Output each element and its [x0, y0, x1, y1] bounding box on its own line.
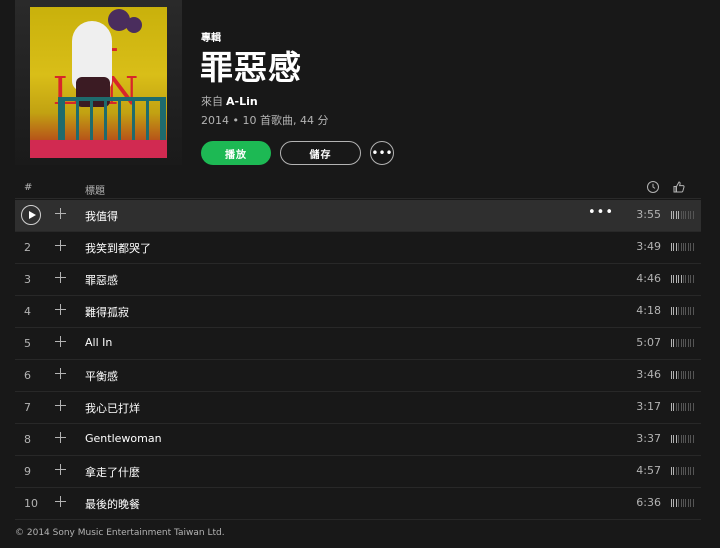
add-icon[interactable] [55, 400, 66, 411]
popularity-bar [671, 371, 694, 379]
track-title[interactable]: 罪惡感 [85, 272, 118, 288]
track-number: 4 [24, 305, 31, 318]
thumbs-up-icon[interactable] [672, 180, 686, 194]
track-duration: 3:17 [636, 400, 661, 413]
track-duration: 4:57 [636, 464, 661, 477]
album-cover[interactable]: A-LIN [15, 0, 182, 165]
artist-link[interactable]: A-Lin [226, 95, 258, 108]
album-header: A-LIN 專輯 罪惡感 來自A-Lin 2014 • 10 首歌曲, 44 分… [0, 0, 720, 175]
floor-shape [30, 140, 167, 158]
track-row[interactable]: 4 難得孤寂 4:18 [15, 296, 701, 328]
track-title[interactable]: 平衡感 [85, 368, 118, 384]
artist-line: 來自 A-Lin [201, 93, 258, 109]
column-title-header[interactable]: 標題 [85, 182, 105, 197]
track-number: 2 [24, 241, 31, 254]
track-duration: 3:46 [636, 368, 661, 381]
track-row[interactable]: 6 平衡感 3:46 [15, 360, 701, 392]
track-title[interactable]: 最後的晚餐 [85, 496, 140, 512]
track-row[interactable]: 8 Gentlewoman 3:37 [15, 424, 701, 456]
album-title: 罪惡感 [200, 48, 302, 87]
more-icon: ••• [371, 146, 393, 160]
track-duration: 6:36 [636, 496, 661, 509]
play-icon[interactable] [21, 205, 41, 225]
track-number: 7 [24, 401, 31, 414]
track-duration: 5:07 [636, 336, 661, 349]
add-icon[interactable] [55, 304, 66, 315]
popularity-bar [671, 467, 694, 475]
add-icon[interactable] [55, 368, 66, 379]
track-duration: 4:18 [636, 304, 661, 317]
add-icon[interactable] [55, 496, 66, 507]
track-number: 8 [24, 433, 31, 446]
popularity-bar [671, 211, 694, 219]
copyright-footer: © 2014 Sony Music Entertainment Taiwan L… [15, 528, 225, 538]
popularity-bar [671, 243, 694, 251]
popularity-bar [671, 307, 694, 315]
track-number: 5 [24, 337, 31, 350]
track-number: 3 [24, 273, 31, 286]
column-number-header: # [24, 182, 33, 193]
track-duration: 4:46 [636, 272, 661, 285]
balloon-shape [126, 17, 142, 33]
popularity-bar [671, 435, 694, 443]
add-icon[interactable] [55, 464, 66, 475]
track-title[interactable]: 拿走了什麼 [85, 464, 140, 480]
track-row[interactable]: 3 罪惡感 4:46 [15, 264, 701, 296]
track-duration: 3:55 [636, 208, 661, 221]
track-title[interactable]: 我笑到都哭了 [85, 240, 151, 256]
track-duration: 3:49 [636, 240, 661, 253]
track-row[interactable]: 2 我笑到都哭了 3:49 [15, 232, 701, 264]
track-row[interactable]: 5 All In 5:07 [15, 328, 701, 360]
album-meta: 2014 • 10 首歌曲, 44 分 [201, 114, 329, 127]
row-more-icon[interactable]: ••• [588, 205, 614, 220]
track-list: 我值得 ••• 3:55 2 我笑到都哭了 3:49 3 罪惡感 4:46 4 難得孤寂 4:18 5 A… [15, 200, 701, 520]
track-row[interactable]: 9 拿走了什麼 4:57 [15, 456, 701, 488]
track-number: 10 [24, 497, 38, 510]
clock-icon[interactable] [646, 180, 660, 194]
add-icon[interactable] [55, 432, 66, 443]
more-options-button[interactable]: ••• [370, 141, 394, 165]
add-icon[interactable] [55, 240, 66, 251]
track-title[interactable]: 我值得 [85, 208, 118, 224]
track-number: 9 [24, 465, 31, 478]
crib-shape [58, 97, 166, 145]
popularity-bar [671, 275, 694, 283]
save-button[interactable]: 儲存 [280, 141, 361, 165]
track-row[interactable]: 10 最後的晚餐 6:36 [15, 488, 701, 520]
popularity-bar [671, 403, 694, 411]
track-title[interactable]: 難得孤寂 [85, 304, 129, 320]
by-prefix: 來自 [201, 95, 223, 108]
track-row[interactable]: 我值得 ••• 3:55 [15, 200, 701, 232]
popularity-bar [671, 339, 694, 347]
popularity-bar [671, 499, 694, 507]
track-title[interactable]: All In [85, 336, 112, 349]
track-title[interactable]: 我心已打烊 [85, 400, 140, 416]
add-icon[interactable] [55, 336, 66, 347]
track-list-header: # 標題 [15, 178, 701, 199]
add-icon[interactable] [55, 208, 66, 219]
track-number: 6 [24, 369, 31, 382]
album-art-image: A-LIN [30, 7, 167, 158]
track-duration: 3:37 [636, 432, 661, 445]
track-row[interactable]: 7 我心已打烊 3:17 [15, 392, 701, 424]
track-title[interactable]: Gentlewoman [85, 432, 162, 445]
add-icon[interactable] [55, 272, 66, 283]
play-button[interactable]: 播放 [201, 141, 271, 165]
